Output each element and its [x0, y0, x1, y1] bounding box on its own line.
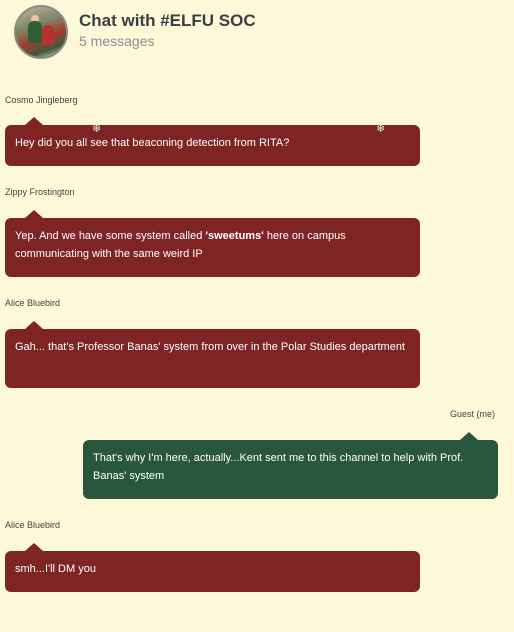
snowflake-icon: ❄ — [376, 123, 386, 135]
highlighted-system-name: 'sweetums' — [205, 230, 264, 242]
message-sender: Zippy Frostington — [5, 187, 75, 197]
message-bubble: Hey did you all see that beaconing detec… — [5, 117, 420, 166]
message-sender: Alice Bluebird — [5, 298, 61, 308]
message-sender: Guest (me) — [449, 409, 495, 419]
message-bubble: That's why I'm here, actually...Kent sen… — [83, 432, 498, 499]
avatar-figure-green — [28, 21, 42, 43]
message-bubble: Yep. And we have some system called 'swe… — [5, 210, 420, 277]
message-sender: Cosmo Jingleberg — [5, 95, 78, 105]
message-bubble: Gah... that's Professor Banas' system fr… — [5, 321, 420, 388]
message-text: Gah... that's Professor Banas' system fr… — [15, 341, 405, 353]
message-sender: Alice Bluebird — [5, 520, 61, 530]
message-text: Hey did you all see that beaconing detec… — [15, 137, 290, 149]
message-text: smh...I'll DM you — [15, 563, 96, 575]
chat-title: Chat with #ELFU SOC — [79, 11, 256, 30]
message-text: That's why I'm here, actually...Kent sen… — [93, 452, 464, 482]
chat-header: Chat with #ELFU SOC 5 messages — [0, 0, 514, 66]
message-text: Yep. And we have some system called 'swe… — [15, 230, 346, 260]
message-bubble: smh...I'll DM you — [5, 543, 420, 592]
channel-avatar — [14, 5, 68, 59]
avatar-figure-red — [42, 25, 54, 45]
message-count: 5 messages — [79, 33, 155, 49]
snowflake-icon: ❄ — [92, 123, 102, 135]
